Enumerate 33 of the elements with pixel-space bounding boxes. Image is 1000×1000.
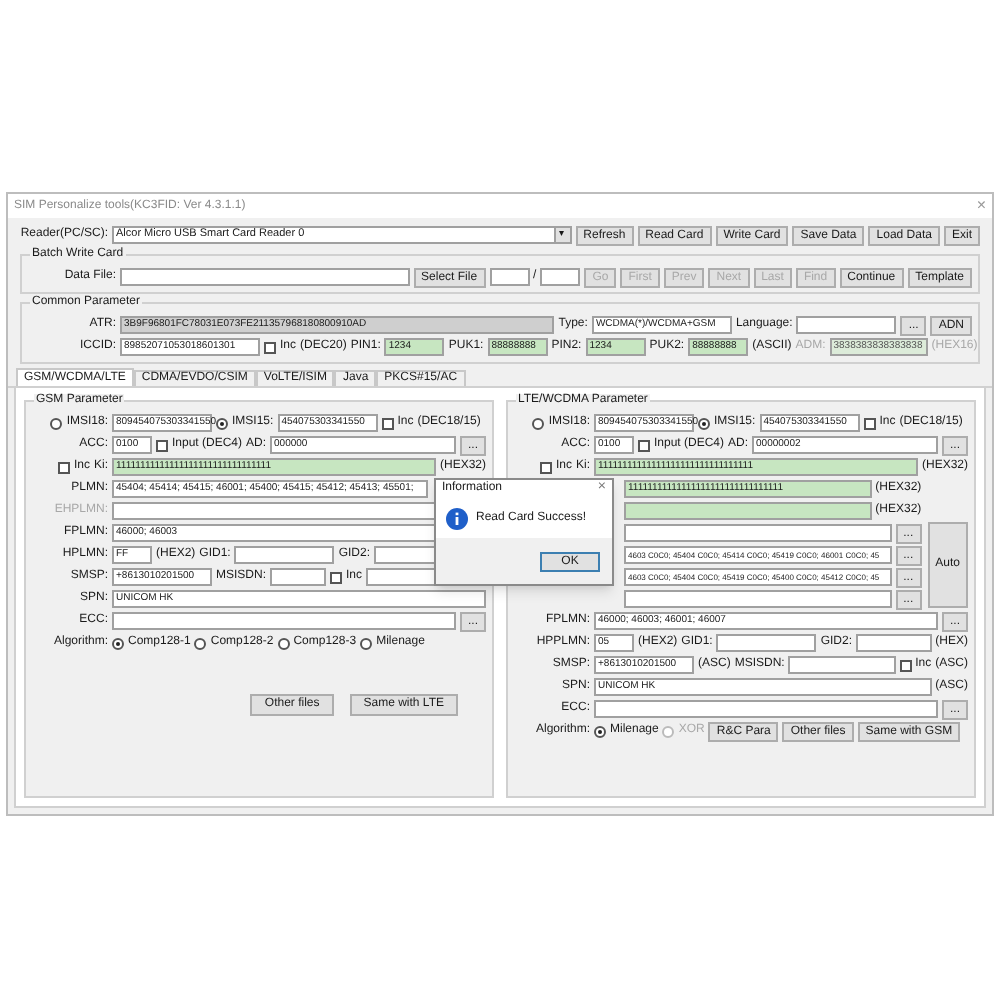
- checkbox[interactable]: [381, 417, 394, 429]
- radio-button[interactable]: [112, 637, 124, 649]
- info-icon: [446, 507, 468, 529]
- radio-button[interactable]: [360, 637, 373, 649]
- checkbox[interactable]: [57, 461, 70, 473]
- input-field[interactable]: [112, 612, 456, 630]
- input-field[interactable]: [594, 700, 938, 718]
- checkbox[interactable]: [264, 341, 276, 353]
- input-field[interactable]: [624, 502, 872, 520]
- checkbox[interactable]: [330, 571, 343, 583]
- input-field[interactable]: [234, 546, 335, 564]
- radio-button[interactable]: [532, 417, 545, 429]
- input-field[interactable]: [489, 268, 530, 286]
- checkbox[interactable]: [899, 659, 912, 671]
- input-field[interactable]: [120, 268, 410, 286]
- radio-button[interactable]: [194, 637, 207, 649]
- radio-button[interactable]: [216, 417, 228, 429]
- radio-button[interactable]: [50, 417, 63, 429]
- input-field[interactable]: [796, 316, 897, 334]
- radio-button[interactable]: [594, 725, 606, 737]
- input-field[interactable]: [716, 634, 817, 652]
- checkbox[interactable]: [539, 461, 552, 473]
- input-field[interactable]: [624, 524, 892, 542]
- checkbox[interactable]: [863, 417, 876, 429]
- input-field[interactable]: [270, 568, 327, 586]
- input-field[interactable]: [540, 268, 581, 286]
- radio-button[interactable]: [698, 417, 710, 429]
- input-field[interactable]: [856, 634, 932, 652]
- input-field[interactable]: [624, 590, 892, 608]
- input-field[interactable]: [788, 656, 896, 674]
- checkbox[interactable]: [156, 439, 168, 451]
- radio-button[interactable]: [277, 637, 290, 649]
- checkbox[interactable]: [638, 439, 650, 451]
